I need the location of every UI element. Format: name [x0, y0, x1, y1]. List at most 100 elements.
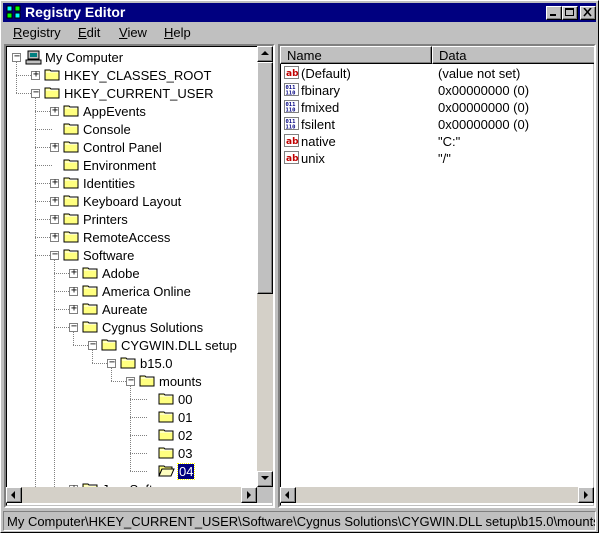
tree-item-hkey-classes-root[interactable]: + HKEY_CLASSES_ROOT	[6, 66, 256, 84]
binary-value-icon: 011 110	[284, 83, 299, 97]
tree-item-label: 01	[178, 410, 193, 425]
collapse-icon[interactable]: −	[12, 51, 21, 62]
expand-icon[interactable]: +	[50, 177, 59, 188]
folder-icon	[158, 428, 175, 441]
folder-icon	[101, 338, 118, 351]
tree-item-control-panel[interactable]: + Control Panel	[6, 138, 256, 156]
value-row[interactable]: ab unix "/"	[280, 150, 594, 167]
close-button[interactable]	[580, 6, 596, 20]
menu-view[interactable]: View	[119, 25, 147, 40]
tree-item-adobe[interactable]: + Adobe	[6, 264, 256, 282]
collapse-icon[interactable]: −	[126, 375, 135, 386]
status-path: My Computer\HKEY_CURRENT_USER\Software\C…	[7, 514, 596, 529]
expand-icon[interactable]: +	[50, 105, 59, 116]
registry-editor-window: Registry Editor Registry Edit View Help …	[0, 0, 599, 533]
tree-item-label: b15.0	[140, 356, 173, 371]
values-pane[interactable]: Name Data ab (Default) (value not set) 011 1…	[278, 44, 596, 508]
folder-icon	[139, 374, 156, 387]
value-name: unix	[301, 151, 325, 166]
folder-icon	[63, 104, 80, 117]
tree-item-keyboard-layout[interactable]: + Keyboard Layout	[6, 192, 256, 210]
folder-icon	[82, 302, 99, 315]
tree-item-environment[interactable]: Environment	[6, 156, 256, 174]
values-scroll-right-button[interactable]	[578, 487, 594, 503]
tree-item-my-computer[interactable]: − My Computer	[6, 48, 256, 66]
tree-item-cygnus-solutions[interactable]: − Cygnus Solutions	[6, 318, 256, 336]
title-bar[interactable]: Registry Editor	[3, 3, 596, 22]
value-name: fmixed	[301, 100, 340, 115]
expand-icon[interactable]: +	[69, 285, 78, 296]
svg-text:ab: ab	[286, 137, 299, 147]
value-row[interactable]: 011 110 fsilent 0x00000000 (0)	[280, 116, 594, 133]
tree-item-software[interactable]: − Software	[6, 246, 256, 264]
svg-text:110: 110	[286, 125, 296, 131]
tree-item-cygwin-dll-setup[interactable]: − CYGWIN.DLL setup	[6, 336, 256, 354]
collapse-icon[interactable]: −	[50, 249, 59, 260]
expand-icon[interactable]: +	[50, 195, 59, 206]
tree-item-label: HKEY_CLASSES_ROOT	[64, 68, 212, 83]
collapse-icon[interactable]: −	[31, 87, 40, 98]
menu-registry[interactable]: Registry	[13, 25, 61, 40]
tree-item-label: 04	[176, 463, 196, 480]
column-header-name[interactable]: Name	[280, 46, 432, 64]
arrow-up-icon	[261, 51, 269, 55]
tree-item-hkey-current-user[interactable]: − HKEY_CURRENT_USER	[6, 84, 256, 102]
tree-item-printers[interactable]: + Printers	[6, 210, 256, 228]
folder-icon	[158, 446, 175, 459]
maximize-button[interactable]	[562, 6, 578, 20]
collapse-icon[interactable]: −	[69, 321, 78, 332]
tree-scroll-left-button[interactable]	[6, 487, 22, 503]
expand-icon[interactable]: +	[50, 231, 59, 242]
folder-icon	[63, 176, 80, 189]
tree-item-label: Console	[83, 122, 131, 137]
tree-item-b15-0[interactable]: − b15.0	[6, 354, 256, 372]
folder-icon	[82, 284, 99, 297]
tree-scroll-up-button[interactable]	[257, 46, 273, 62]
tree-item-label: Environment	[83, 158, 156, 173]
tree-item-label: Adobe	[102, 266, 140, 281]
expand-icon[interactable]: +	[69, 303, 78, 314]
column-header-data[interactable]: Data	[432, 46, 594, 64]
tree-item-console[interactable]: Console	[6, 120, 256, 138]
menu-help[interactable]: Help	[164, 25, 191, 40]
value-row[interactable]: 011 110 fmixed 0x00000000 (0)	[280, 99, 594, 116]
tree-item-appevents[interactable]: + AppEvents	[6, 102, 256, 120]
tree-connector	[54, 260, 56, 489]
tree-connector	[130, 399, 147, 401]
collapse-icon[interactable]: −	[107, 357, 116, 368]
tree-scroll-down-button[interactable]	[257, 471, 273, 487]
window-title: Registry Editor	[25, 4, 126, 20]
expand-icon[interactable]: +	[31, 69, 40, 80]
tree-item-america-online[interactable]: + America Online	[6, 282, 256, 300]
tree-item-remoteaccess[interactable]: + RemoteAccess	[6, 228, 256, 246]
expand-icon[interactable]: +	[50, 213, 59, 224]
tree-vertical-scrollbar[interactable]	[257, 46, 273, 487]
expand-icon[interactable]: +	[50, 141, 59, 152]
tree-horizontal-scrollbar[interactable]	[6, 487, 257, 503]
folder-icon	[44, 86, 61, 99]
folder-icon	[158, 392, 175, 405]
tree-connector	[73, 332, 75, 345]
minimize-button[interactable]	[546, 6, 562, 20]
computer-icon	[25, 50, 42, 65]
menu-edit[interactable]: Edit	[78, 25, 100, 40]
tree-scroll-thumb[interactable]	[257, 62, 273, 294]
menu-bar: Registry Edit View Help	[3, 23, 596, 42]
key-tree: − My Computer + HKEY_CLASSES_ROOT − HKEY_CURR…	[6, 46, 256, 506]
arrow-right-icon	[247, 491, 251, 499]
values-horizontal-scrollbar[interactable]	[280, 487, 594, 503]
value-row[interactable]: 011 110 fbinary 0x00000000 (0)	[280, 82, 594, 99]
value-row[interactable]: ab native "C:"	[280, 133, 594, 150]
tree-connector	[92, 350, 94, 363]
values-scroll-left-button[interactable]	[280, 487, 296, 503]
close-icon	[583, 8, 592, 17]
expand-icon[interactable]: +	[69, 267, 78, 278]
tree-item-label: Control Panel	[83, 140, 162, 155]
collapse-icon[interactable]: −	[88, 339, 97, 350]
tree-item-identities[interactable]: + Identities	[6, 174, 256, 192]
key-tree-pane[interactable]: − My Computer + HKEY_CLASSES_ROOT − HKEY_CURR…	[4, 44, 275, 508]
tree-scroll-right-button[interactable]	[241, 487, 257, 503]
folder-icon	[63, 230, 80, 243]
tree-item-aureate[interactable]: + Aureate	[6, 300, 256, 318]
value-row[interactable]: ab (Default) (value not set)	[280, 65, 594, 82]
